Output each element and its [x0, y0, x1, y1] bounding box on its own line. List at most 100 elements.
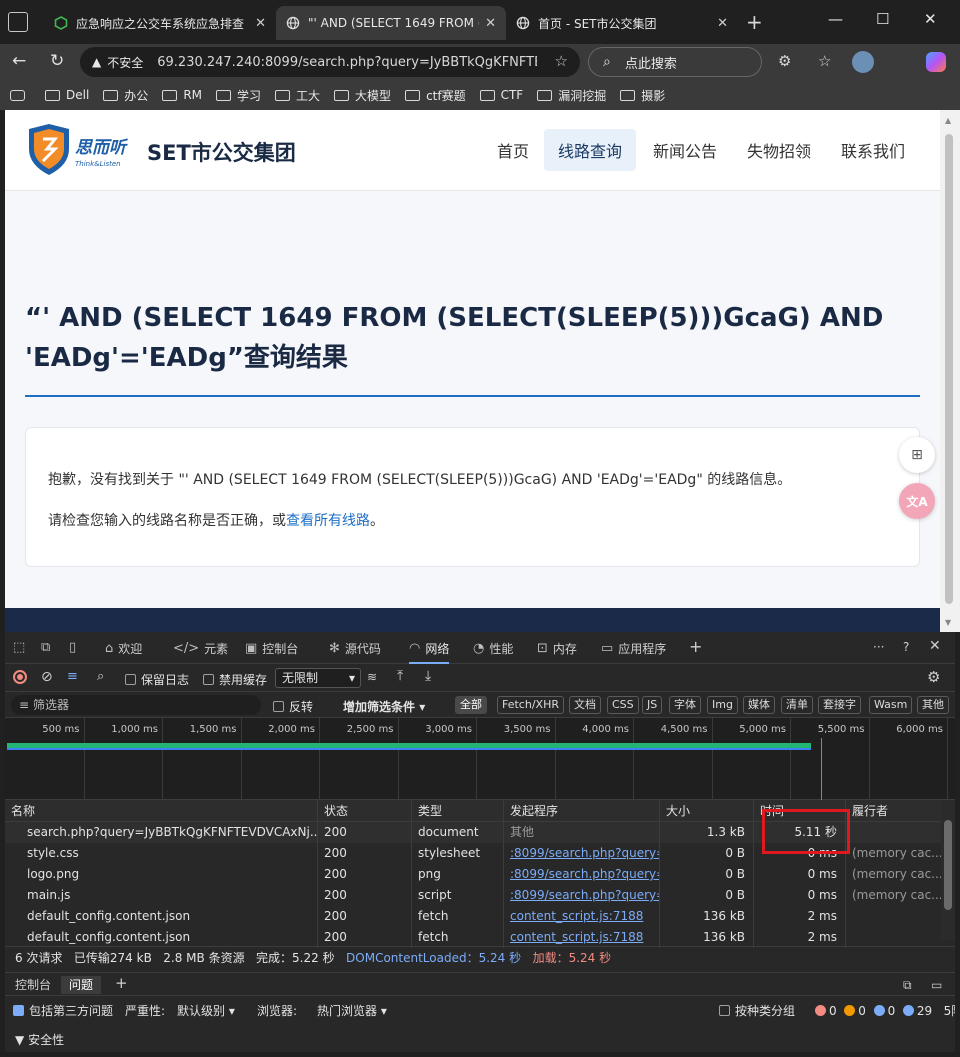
bookmark-folder[interactable]: 办公: [103, 87, 148, 104]
chip-wasm[interactable]: Wasm: [869, 696, 913, 714]
nav-route-search[interactable]: 线路查询: [544, 129, 637, 171]
tab-emergency[interactable]: 应急响应之公交车系统应急排查 ✕: [44, 6, 276, 40]
tab-memory[interactable]: ⊡ 内存: [537, 640, 577, 657]
maximize-icon[interactable]: ☐: [876, 10, 889, 28]
request-row[interactable]: main.js 200 script:8099/search.php?query=J…: [5, 885, 941, 906]
tab-welcome[interactable]: ⌂ 欢迎: [105, 640, 142, 657]
search-box[interactable]: ⌕ 点此搜索: [588, 47, 762, 77]
tab-console[interactable]: ▣ 控制台: [245, 640, 298, 657]
chip-media[interactable]: 媒体: [743, 696, 775, 714]
device-toolbar-icon[interactable]: ⬚: [13, 640, 30, 655]
copilot-icon[interactable]: [926, 52, 946, 72]
group-by-kind-checkbox[interactable]: 按种类分组: [719, 998, 795, 1024]
dock-icon[interactable]: ▯: [69, 640, 81, 655]
chip-all[interactable]: 全部: [455, 696, 487, 714]
chip-socket[interactable]: 套接字: [818, 696, 861, 714]
tab-performance[interactable]: ◔ 性能: [473, 640, 513, 657]
bookmark-folder[interactable]: RM: [162, 88, 202, 102]
nav-home[interactable]: 首页: [483, 129, 543, 171]
bookmark-folder[interactable]: Dell: [45, 88, 89, 102]
col-fulfilled-by[interactable]: 履行者: [845, 800, 941, 821]
close-devtools-icon[interactable]: ✕: [929, 638, 941, 654]
throttle-select[interactable]: 无限制 ▾: [275, 668, 361, 688]
severity-dropdown[interactable]: 默认级别 ▾: [177, 998, 235, 1024]
chip-other[interactable]: 其他: [917, 696, 949, 714]
invert-checkbox[interactable]: 反转: [273, 698, 313, 715]
minimize-icon[interactable]: —: [828, 10, 843, 28]
new-tab-icon[interactable]: +: [746, 10, 763, 34]
bookmark-folder[interactable]: 大模型: [334, 87, 391, 104]
address-bar[interactable]: ▲ 不安全 69.230.247.240:8099/search.php?que…: [80, 47, 580, 77]
help-icon[interactable]: ?: [903, 640, 909, 654]
filter-input[interactable]: ≡ 筛选器: [11, 695, 261, 715]
view-all-routes-link[interactable]: 查看所有线路: [286, 513, 370, 529]
record-icon[interactable]: [13, 670, 27, 684]
col-size[interactable]: 大小: [659, 800, 753, 821]
network-overview-timeline[interactable]: 500 ms 1,000 ms 1,500 ms 2,000 ms 2,500 ms 3,…: [5, 718, 955, 800]
security-label[interactable]: 不安全: [107, 54, 143, 71]
col-type[interactable]: 类型: [411, 800, 503, 821]
col-name[interactable]: 名称: [5, 800, 317, 821]
inspect-icon[interactable]: ⧉: [41, 640, 55, 655]
security-section[interactable]: ▼ 安全性: [5, 1028, 955, 1052]
tab-network[interactable]: ◠ 网络: [409, 640, 450, 664]
more-icon[interactable]: ···: [873, 640, 884, 654]
tab-search-result[interactable]: "' AND (SELECT 1649 FROM (SEL ✕: [276, 6, 506, 40]
bookmark-folder[interactable]: ctf赛题: [405, 87, 466, 104]
page-scrollbar[interactable]: ▲ ▼: [940, 110, 960, 632]
url-text[interactable]: 69.230.247.240:8099/search.php?query=JyB…: [157, 55, 537, 70]
extensions-icon[interactable]: ⚙: [778, 52, 791, 70]
float-tools-icon[interactable]: ⊞: [899, 437, 935, 473]
bookmark-folder[interactable]: 工大: [275, 87, 320, 104]
scroll-down-icon[interactable]: ▼: [945, 618, 951, 627]
request-row[interactable]: logo.png 200 png:8099/search.php?query=J 0 …: [5, 864, 941, 885]
third-party-checkbox[interactable]: 包括第三方问题: [13, 998, 113, 1024]
close-tab-icon[interactable]: ✕: [255, 16, 266, 31]
favorites-icon[interactable]: ☆: [818, 52, 831, 70]
chip-img[interactable]: Img: [707, 696, 738, 714]
cell-initiator[interactable]: :8099/search.php?query=J: [503, 864, 659, 885]
chip-doc[interactable]: 文档: [569, 696, 601, 714]
filter-toggle-icon[interactable]: ≡: [67, 669, 78, 684]
add-drawer-tab-icon[interactable]: +: [107, 974, 136, 992]
reload-icon[interactable]: ↻: [50, 51, 64, 71]
site-logo[interactable]: 思而听 Think&Listen: [25, 123, 135, 177]
chip-js[interactable]: JS: [642, 696, 663, 714]
tab-application[interactable]: ▭ 应用程序: [601, 640, 666, 657]
bookmark-folder[interactable]: CTF: [479, 88, 523, 102]
search-icon[interactable]: ⌕: [97, 669, 104, 684]
network-settings-icon[interactable]: ⚙: [927, 668, 940, 686]
nav-lost-found[interactable]: 失物招领: [733, 129, 825, 171]
nav-contact[interactable]: 联系我们: [827, 129, 919, 171]
col-status[interactable]: 状态: [317, 800, 411, 821]
profile-avatar[interactable]: [852, 51, 874, 73]
import-har-icon[interactable]: ⤒: [397, 668, 403, 684]
bookmark-folder[interactable]: 漏洞挖掘: [537, 87, 606, 104]
scrollbar-thumb[interactable]: [945, 134, 953, 604]
favorite-star-icon[interactable]: ☆: [555, 52, 568, 70]
bookmark-folder[interactable]: 学习: [216, 87, 261, 104]
bookmark-folder[interactable]: 摄影: [620, 87, 665, 104]
tab-sources[interactable]: ✻ 源代码: [329, 640, 381, 657]
nav-news[interactable]: 新闻公告: [639, 129, 731, 171]
close-drawer-icon[interactable]: ▭: [923, 976, 950, 994]
export-har-icon[interactable]: ⤓: [425, 668, 431, 684]
request-row[interactable]: default_config.content.json 200 fetch conte…: [5, 906, 941, 927]
drawer-tab-console[interactable]: 控制台: [7, 976, 59, 994]
clear-icon[interactable]: ⊘: [41, 669, 53, 685]
tab-home[interactable]: 首页 - SET市公交集团 ✕: [506, 6, 738, 40]
drawer-tab-issues[interactable]: 问题: [61, 976, 102, 994]
chip-css[interactable]: CSS: [607, 696, 639, 714]
chip-fetch-xhr[interactable]: Fetch/XHR: [497, 696, 564, 714]
request-table-scrollbar[interactable]: [941, 800, 955, 940]
tab-elements[interactable]: </> 元素: [173, 640, 228, 657]
cell-initiator[interactable]: content_script.js:7188: [503, 906, 659, 927]
cell-initiator[interactable]: :8099/search.php?query=J: [503, 843, 659, 864]
scroll-up-icon[interactable]: ▲: [945, 116, 951, 125]
close-window-icon[interactable]: ✕: [924, 10, 937, 28]
float-translate-icon[interactable]: 文A: [899, 483, 935, 519]
close-tab-icon[interactable]: ✕: [485, 16, 496, 31]
warning-icon[interactable]: ▲: [92, 55, 101, 69]
network-conditions-icon[interactable]: ≋: [367, 670, 377, 684]
browser-dropdown[interactable]: 热门浏览器 ▾: [317, 998, 387, 1024]
